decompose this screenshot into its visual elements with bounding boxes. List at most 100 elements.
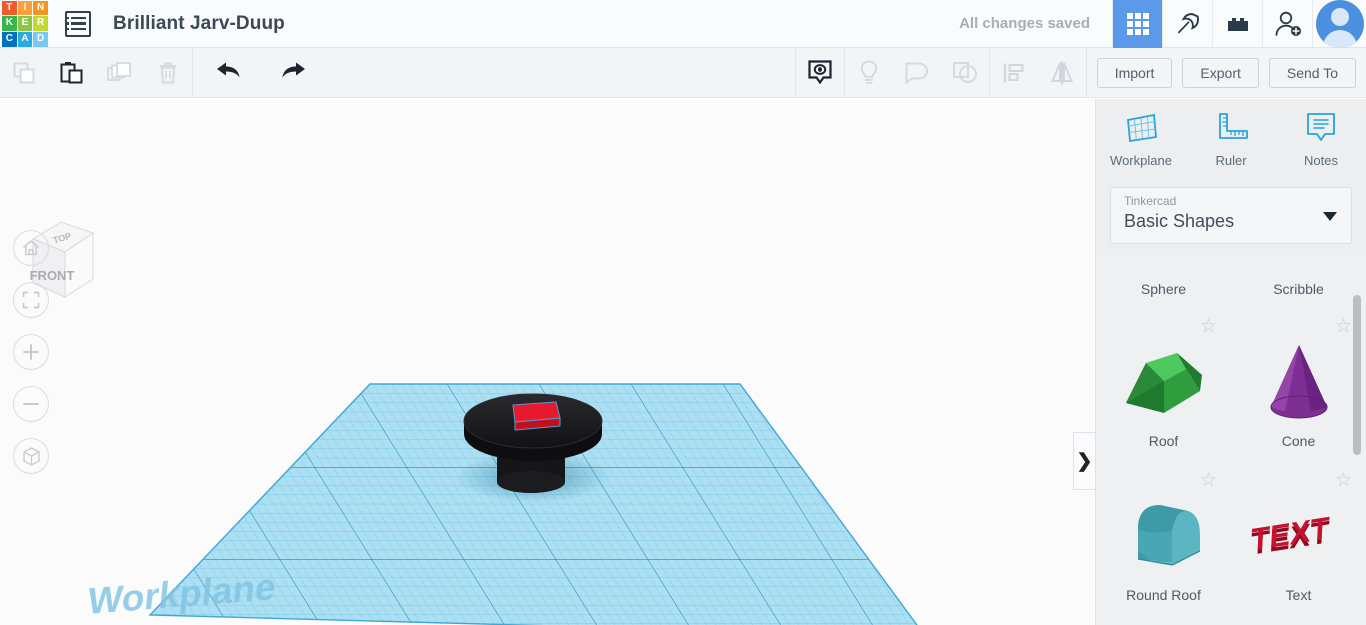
sphere-icon [1124,257,1204,265]
minus-icon [23,403,39,405]
add-person-icon-svg [1275,11,1301,36]
shape-library-select[interactable]: Tinkercad Basic Shapes [1110,187,1352,244]
duplicate-icon-svg [107,61,131,81]
logo-tile-d: D [33,31,48,47]
ungroup-icon-svg [952,61,977,83]
ruler-icon [1219,113,1248,139]
roof-icon [1125,352,1202,413]
logo-tile-r: R [33,16,48,31]
shape-cone[interactable]: ☆ Cone [1231,305,1366,459]
undo-icon-svg [217,62,240,77]
logo-tile-a: A [17,31,33,47]
panel-tools: Workplane Ruler Notes [1096,99,1366,179]
logo-tile-c: C [2,31,17,47]
align-icon-svg [1003,63,1024,82]
shape-row: ☆ Roof ☆ Cone [1096,305,1366,459]
send-to-button[interactable]: Send To [1268,57,1356,88]
shape-list-scrollbar-track[interactable] [1350,257,1364,625]
mirror-icon[interactable] [1038,48,1086,97]
avatar-image [1315,0,1364,48]
shape-round-roof[interactable]: ☆ Round Roof [1096,459,1231,613]
design-canvas[interactable]: Workplane TOP FRONT ❯ [0,99,1095,625]
shape-label: Sphere [1140,281,1187,297]
home-view-button[interactable] [13,230,49,266]
import-button[interactable]: Import [1096,57,1173,88]
shape-label: Cone [1281,433,1316,449]
shape-list[interactable]: Sphere Scribble ☆ Roof ☆ Cone ☆ Round Ro… [1096,257,1366,625]
collapse-panel-button[interactable]: ❯ [1073,432,1095,490]
logo-tile-k: K [2,16,17,31]
add-person-icon[interactable] [1262,0,1312,48]
shape-list-scrollbar-thumb[interactable] [1353,295,1361,455]
trash-icon-svg [160,62,176,83]
cube-icon [22,446,40,466]
scribble-icon [1257,257,1341,265]
shape-text[interactable]: ☆ TEXT TEXT Text [1231,459,1366,613]
group-icon-svg [905,62,928,84]
notes-tool[interactable]: Notes [1276,110,1366,168]
round-roof-icon [1137,504,1200,566]
paste-icon-svg [60,61,83,83]
tinkercad-logo[interactable]: TIN KER CAD [2,0,48,47]
scribble-art [1231,257,1366,265]
text-icon: TEXT TEXT [1249,510,1329,562]
fit-view-button[interactable] [13,282,49,318]
duplicate-icon[interactable] [96,48,144,97]
sphere-art [1096,257,1231,265]
shape-label: Roof [1148,433,1179,449]
list-menu-icon[interactable] [65,10,91,37]
align-icon[interactable] [990,48,1038,97]
toolbar-divider-5 [1085,48,1087,97]
text-art: TEXT TEXT [1231,481,1366,586]
cone-art [1231,327,1366,432]
shape-row: Sphere Scribble [1096,257,1366,305]
red-box-on-table[interactable] [512,401,561,431]
export-button[interactable]: Export [1182,57,1259,88]
workplane-tool-label: Workplane [1110,153,1172,168]
top-bar: TIN KER CAD Brilliant Jarv-Duup All change… [0,0,1366,48]
zoom-in-button[interactable] [13,334,49,370]
pickaxe-icon-svg [1177,12,1199,33]
group-icon[interactable] [893,48,941,97]
logo-tile-e: E [17,16,33,31]
redo-icon[interactable] [269,48,317,97]
zoom-out-button[interactable] [13,386,49,422]
user-avatar[interactable] [1312,0,1366,48]
delete-icon[interactable] [144,48,192,97]
shape-label: Round Roof [1126,587,1201,603]
blocks-icon-svg [1227,17,1248,31]
grid-icon-svg [1126,12,1149,35]
tinkercad-app: TIN KER CAD Brilliant Jarv-Duup All change… [0,0,1366,625]
pickaxe-icon[interactable] [1162,0,1212,48]
library-group-label: Tinkercad [1124,194,1177,208]
logo-tile-i: I [17,0,33,16]
bulb-icon-svg [860,59,878,84]
notes-icon [1307,113,1335,141]
light-bulb-icon[interactable] [845,48,893,97]
library-selected-value: Basic Shapes [1124,211,1235,231]
cone-icon [1270,344,1327,418]
ruler-tool[interactable]: Ruler [1186,110,1276,168]
plus-icon [23,344,39,360]
ungroup-icon[interactable] [941,48,989,97]
grid-apps-icon[interactable] [1112,0,1162,48]
shape-sphere[interactable]: Sphere [1096,257,1231,305]
notes-tool-label: Notes [1304,153,1338,168]
copy-icon[interactable] [0,48,48,97]
ortho-perspective-button[interactable] [13,438,49,474]
home-icon [23,240,39,256]
save-status: All changes saved [959,15,1090,32]
view-cube-front-label: FRONT [30,268,75,283]
shape-scribble[interactable]: Scribble [1231,257,1366,305]
shape-roof[interactable]: ☆ Roof [1096,305,1231,459]
paste-icon[interactable] [48,48,96,97]
scene-svg: Workplane [86,383,925,625]
notes-callout-icon[interactable] [796,48,844,97]
undo-icon[interactable] [205,48,253,97]
blocks-icon[interactable] [1212,0,1262,48]
workplane-tool[interactable]: Workplane [1096,110,1186,168]
edit-toolbar: Import Export Send To [0,48,1366,98]
shape-row: ☆ Round Roof ☆ TEXT TEXT Text [1096,459,1366,613]
right-panel: Workplane Ruler Notes Tinkercad Basic Sh… [1095,99,1366,625]
mirror-icon-svg [1050,61,1073,84]
